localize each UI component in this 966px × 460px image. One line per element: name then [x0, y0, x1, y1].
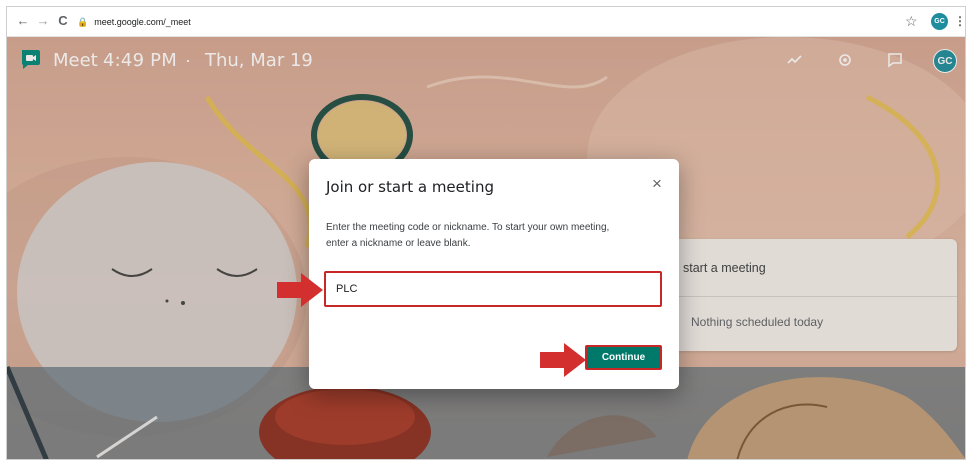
back-icon[interactable]: ←: [15, 13, 31, 29]
meet-page: Meet 4:49 PM · Thu, Mar 19 GC start a me…: [7, 37, 965, 459]
description-line-1: Enter the meeting code or nickname. To s…: [326, 222, 610, 233]
browser-profile-avatar[interactable]: GC: [931, 13, 948, 30]
bookmark-star-icon[interactable]: ☆: [905, 13, 918, 29]
close-icon[interactable]: ×: [647, 174, 667, 194]
meeting-code-input[interactable]: [324, 271, 662, 307]
browser-toolbar: ← → C 🔒 meet.google.com/_meet ☆ GC ⋮: [7, 7, 965, 37]
continue-button[interactable]: Continue: [585, 345, 662, 370]
forward-icon[interactable]: →: [35, 13, 51, 29]
browser-window: ← → C 🔒 meet.google.com/_meet ☆ GC ⋮ Mee…: [6, 6, 966, 460]
url-text: meet.google.com/_meet: [94, 17, 191, 27]
join-meeting-dialog: Join or start a meeting × Enter the meet…: [309, 159, 679, 389]
dialog-title: Join or start a meeting: [326, 178, 494, 196]
description-line-2: enter a nickname or leave blank.: [326, 238, 471, 249]
dialog-description: Enter the meeting code or nickname. To s…: [326, 220, 666, 252]
address-bar[interactable]: 🔒 meet.google.com/_meet: [77, 12, 191, 32]
input-callout-arrow-icon: [277, 273, 323, 307]
lock-icon: 🔒: [77, 16, 89, 27]
reload-icon[interactable]: C: [55, 13, 71, 29]
browser-menu-icon[interactable]: ⋮: [954, 13, 965, 29]
button-callout-arrow-icon: [540, 343, 586, 377]
